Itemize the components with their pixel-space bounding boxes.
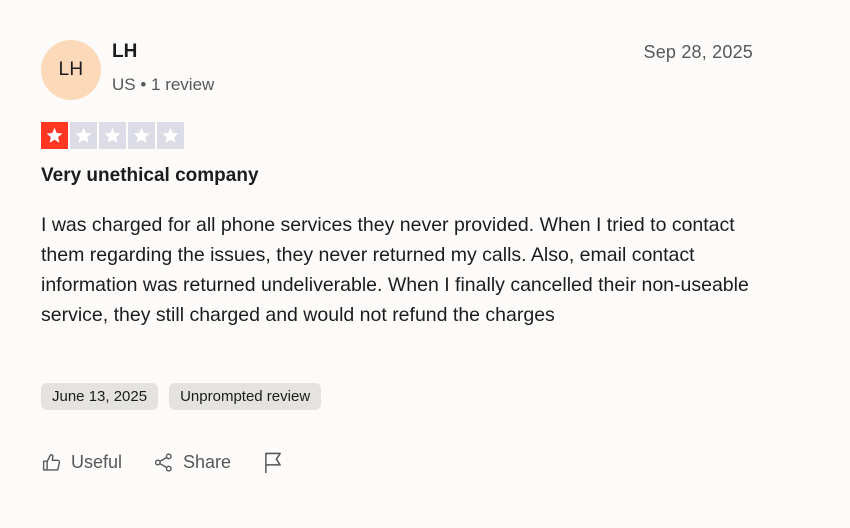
review-tags: June 13, 2025 Unprompted review xyxy=(41,383,322,410)
star-icon xyxy=(46,127,63,143)
useful-label: Useful xyxy=(71,452,123,472)
share-button[interactable]: Share xyxy=(153,452,231,473)
star-rating xyxy=(41,122,184,149)
star-icon xyxy=(162,127,179,143)
reviewer-meta: US • 1 review xyxy=(112,75,215,94)
experience-date-tag: June 13, 2025 xyxy=(41,383,159,410)
star-empty xyxy=(99,122,126,149)
avatar: LH xyxy=(41,40,101,100)
star-icon xyxy=(133,127,150,143)
avatar-initials: LH xyxy=(58,59,84,80)
share-label: Share xyxy=(183,452,232,472)
reviewer-name[interactable]: LH xyxy=(112,41,137,63)
star-icon xyxy=(75,127,92,143)
flag-icon xyxy=(263,451,284,474)
star-empty xyxy=(70,122,97,149)
report-button[interactable] xyxy=(263,451,284,474)
review-date: Sep 28, 2025 xyxy=(643,42,753,62)
thumbs-up-icon xyxy=(41,452,62,473)
review-body: I was charged for all phone services the… xyxy=(41,214,749,326)
review-actions: Useful Share xyxy=(41,451,284,474)
review-type-tag: Unprompted review xyxy=(169,383,322,410)
useful-button[interactable]: Useful xyxy=(41,452,122,473)
share-icon xyxy=(153,452,174,473)
star-icon xyxy=(104,127,121,143)
star-filled xyxy=(41,122,68,149)
star-empty xyxy=(128,122,155,149)
review-title[interactable]: Very unethical company xyxy=(41,165,259,187)
star-empty xyxy=(157,122,184,149)
